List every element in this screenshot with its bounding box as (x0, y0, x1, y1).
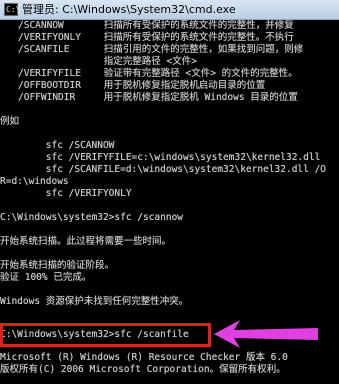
console-line: sfc /SCANNOW (0, 140, 115, 151)
console-line: 指定完整路径 <文件> (18, 56, 197, 67)
pointer-arrow-icon (214, 320, 318, 348)
console-line: /OFFWINDIR 用于脱机修复指定脱机 Windows 目录的位置 (18, 92, 298, 103)
console-output[interactable]: /SCANNOW 扫描所有受保护的系统文件的完整性，并修复 /VERIFYONL… (0, 20, 339, 384)
console-line: /OFFBOOTDIR 用于脱机修复指定脱机启动目录的位置 (18, 80, 266, 91)
console-line: /VERIFYONLY 扫描所有受保护的系统文件的完整性。不执行 (18, 32, 294, 43)
console-line: 例如 (0, 116, 20, 127)
console-line: /SCANFILE 扫描引用的文件的完整性，如果找到问题，则修 (18, 44, 304, 55)
console-line: /VERIFYFILE 验证带有完整路径 <文件> 的文件的完整性。 (18, 68, 298, 79)
console-line: sfc /VERIFYFILE=c:\windows\system32\kern… (0, 152, 321, 163)
console-line: sfc /VERIFYONLY (0, 188, 132, 199)
highlight-box (0, 323, 211, 347)
console-line: R=d:\windows (0, 176, 69, 187)
console-line: Microsoft (R) Windows (R) Resource Check… (0, 352, 288, 363)
console-line: 开始系统扫描。此过程将需要一些时间。 (0, 236, 172, 247)
window-title: 管理员: C:\Windows\System32\cmd.exe (22, 3, 236, 16)
console-line: Windows 资源保护未找到任何完整性冲突。 (0, 296, 189, 307)
console-line: /SCANNOW 扫描所有受保护的系统文件的完整性，并修复 (18, 20, 294, 31)
console-line: 版权所有(C) 2006 Microsoft Corporation。保留所有权… (0, 364, 286, 375)
console-line: 验证 100% 已完成。 (0, 272, 92, 283)
console-line: C:\Windows\system32>sfc /scannow (0, 212, 184, 223)
console-line: sfc /SCANFILE=d:\windows\system32\kernel… (0, 164, 327, 175)
cmd-icon: C:\ (4, 3, 21, 16)
window-titlebar[interactable]: C:\ 管理员: C:\Windows\System32\cmd.exe (0, 0, 339, 20)
console-line: 开始系统扫描的验证阶段。 (0, 260, 115, 271)
